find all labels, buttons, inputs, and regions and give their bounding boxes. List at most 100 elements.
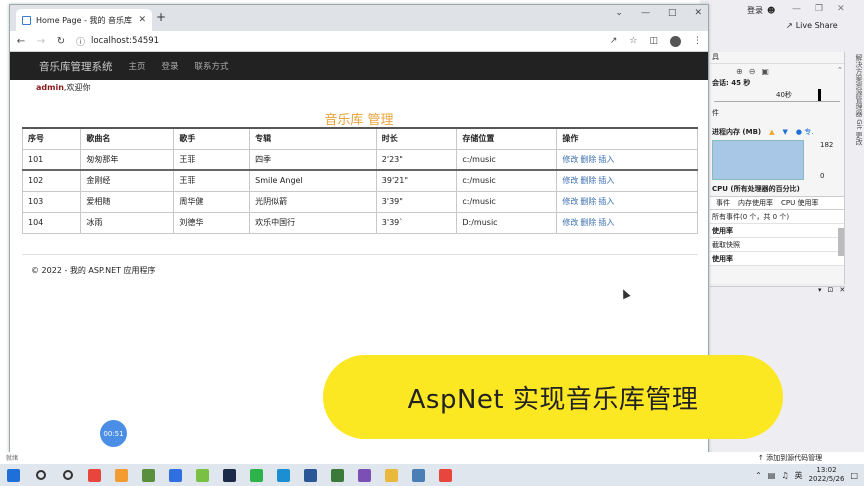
maximize-icon[interactable]: □ bbox=[668, 8, 677, 18]
input-language[interactable]: 英 bbox=[795, 470, 803, 481]
delete-link[interactable]: 删除 bbox=[580, 155, 596, 164]
tab-search-icon[interactable]: ⌄ bbox=[615, 8, 623, 18]
app-grid-icon[interactable] bbox=[324, 464, 351, 486]
chrome-2-icon[interactable] bbox=[432, 464, 459, 486]
close-icon[interactable]: ✕ bbox=[837, 4, 845, 14]
minimize-icon[interactable]: — bbox=[792, 4, 801, 14]
delete-link[interactable]: 删除 bbox=[580, 218, 596, 227]
notifications-icon[interactable]: □ bbox=[850, 471, 858, 480]
vs-login[interactable]: 登录 ☻ bbox=[747, 5, 775, 16]
tab-cpu[interactable]: CPU 使用率 bbox=[781, 198, 818, 208]
diag-list-item[interactable]: 使用率 bbox=[710, 224, 844, 238]
insert-link[interactable]: 插入 bbox=[598, 197, 614, 206]
column-header: 歌手 bbox=[173, 127, 251, 150]
table-row: 101 匆匆那年 王菲 四季 2'23" c:/music 修改 删除 插入 bbox=[21, 148, 698, 171]
reload-icon[interactable]: ↻ bbox=[56, 36, 66, 47]
new-tab-icon[interactable]: + bbox=[156, 10, 166, 24]
dropdown-icon[interactable]: ▾ bbox=[818, 286, 822, 294]
search-icon[interactable] bbox=[27, 464, 54, 486]
table-cell: 欢乐中国行 bbox=[249, 211, 377, 234]
volume-icon[interactable]: ♫ bbox=[781, 471, 788, 480]
delete-link[interactable]: 删除 bbox=[580, 197, 596, 206]
delete-link[interactable]: 删除 bbox=[580, 176, 596, 185]
network-icon[interactable]: ▤ bbox=[768, 471, 776, 480]
windows-start-icon[interactable] bbox=[0, 464, 27, 486]
table-cell: 四季 bbox=[249, 148, 377, 171]
address-bar: ← → ↻ ⓘ localhost:54591 ↗ ☆ ◫ ⋮ bbox=[10, 31, 708, 52]
app-paper-icon[interactable] bbox=[405, 464, 432, 486]
music-table: 序号 歌曲名 歌手 专辑 时长 存储位置 操作 101 匆匆那年 王菲 四季 2'23"… bbox=[21, 127, 698, 234]
chrome-icon[interactable] bbox=[81, 464, 108, 486]
pin-icon[interactable]: ⊡ bbox=[828, 286, 834, 294]
app-lime-icon[interactable] bbox=[189, 464, 216, 486]
table-cell: 金刚经 bbox=[80, 169, 175, 192]
photoshop-icon[interactable] bbox=[216, 464, 243, 486]
zoom-out-icon[interactable]: ⊖ bbox=[749, 67, 756, 76]
gc-marker-icon: ▲ bbox=[769, 128, 775, 136]
private-bytes-legend: ● 专. bbox=[795, 128, 814, 136]
diag-scrollbar[interactable]: ⌃ bbox=[837, 66, 845, 278]
browser-tab[interactable]: Home Page - 我的 音乐库 管理 ✕ bbox=[16, 9, 152, 31]
site-info-icon[interactable]: ⓘ bbox=[76, 35, 85, 48]
zoom-in-icon[interactable]: ⊕ bbox=[736, 67, 743, 76]
share-icon[interactable]: ↗ bbox=[610, 36, 618, 46]
edit-link[interactable]: 修改 bbox=[562, 197, 578, 206]
edit-link[interactable]: 修改 bbox=[562, 155, 578, 164]
file-explorer-icon[interactable] bbox=[378, 464, 405, 486]
tab-memory[interactable]: 内存使用率 bbox=[738, 198, 773, 208]
sidebar-icon[interactable]: ◫ bbox=[649, 36, 658, 46]
edit-link[interactable]: 修改 bbox=[562, 176, 578, 185]
session-timeline[interactable]: 40秒 bbox=[714, 88, 840, 102]
taskbar-icons bbox=[0, 464, 459, 486]
app-green-icon[interactable] bbox=[135, 464, 162, 486]
table-row: 102 金刚经 王菲 Smile Angel 39'21" c:/music 修改 删除 插入 bbox=[21, 169, 698, 192]
welcome-text: ,欢迎你 bbox=[63, 83, 91, 92]
live-share-button[interactable]: ↗ Live Share bbox=[786, 21, 838, 30]
edit-link[interactable]: 修改 bbox=[562, 218, 578, 227]
insert-link[interactable]: 插入 bbox=[598, 218, 614, 227]
diag-list-item[interactable]: 使用率 bbox=[710, 252, 844, 266]
wechat-icon[interactable] bbox=[243, 464, 270, 486]
tab-close-icon[interactable]: ✕ bbox=[138, 15, 146, 25]
insert-link[interactable]: 插入 bbox=[598, 155, 614, 164]
clock-date: 2022/5/26 bbox=[808, 475, 845, 483]
column-header: 操作 bbox=[556, 127, 698, 150]
table-cell: 3'39` bbox=[375, 211, 458, 234]
scroll-up-icon[interactable]: ⌃ bbox=[837, 66, 845, 74]
reset-zoom-icon[interactable]: ▣ bbox=[761, 67, 769, 76]
restore-icon[interactable]: ❐ bbox=[815, 4, 823, 14]
back-icon[interactable]: ← bbox=[16, 36, 26, 47]
forward-icon[interactable]: → bbox=[36, 36, 46, 47]
insert-link[interactable]: 插入 bbox=[598, 176, 614, 185]
nav-contact-link[interactable]: 联系方式 bbox=[195, 60, 229, 72]
profile-avatar-icon[interactable] bbox=[670, 35, 681, 47]
app-blue-icon[interactable] bbox=[162, 464, 189, 486]
panel-close-icon[interactable]: ✕ bbox=[839, 286, 845, 294]
site-brand-link[interactable]: 音乐库管理系统 bbox=[39, 59, 113, 74]
tab-events[interactable]: 事件 bbox=[716, 198, 730, 208]
diag-rows: 所有事件(0 个，共 0 个) 使用率 截取快照 使用率 bbox=[710, 210, 844, 266]
nav-home-link[interactable]: 主页 bbox=[129, 60, 146, 72]
live-share-icon: ↗ bbox=[786, 21, 793, 30]
menu-kebab-icon[interactable]: ⋮ bbox=[693, 36, 702, 46]
nav-login-link[interactable]: 登录 bbox=[162, 60, 179, 72]
bookmark-star-icon[interactable]: ☆ bbox=[629, 36, 637, 46]
app-orange-icon[interactable] bbox=[108, 464, 135, 486]
visual-studio-icon[interactable] bbox=[351, 464, 378, 486]
tray-chevron-icon[interactable]: ⌃ bbox=[755, 471, 762, 480]
table-cell: 周华健 bbox=[173, 190, 251, 213]
diag-toolbar: ⊕ ⊖ ▣ bbox=[710, 64, 844, 78]
word-icon[interactable] bbox=[297, 464, 324, 486]
add-to-source-control-button[interactable]: ↑ 添加到源代码管理 bbox=[758, 453, 822, 463]
table-cell: 39'21" bbox=[375, 169, 458, 192]
edge-icon[interactable] bbox=[270, 464, 297, 486]
diag-list-item[interactable]: 所有事件(0 个，共 0 个) bbox=[710, 210, 844, 224]
cortana-icon[interactable] bbox=[54, 464, 81, 486]
scroll-thumb[interactable] bbox=[838, 228, 844, 256]
url-field[interactable]: ⓘ localhost:54591 bbox=[76, 35, 600, 48]
close-icon[interactable]: ✕ bbox=[694, 8, 702, 18]
diag-list-item[interactable]: 截取快照 bbox=[710, 238, 844, 252]
vs-side-tabs[interactable]: 解决方案资源管理器 Git 更改 bbox=[848, 50, 864, 150]
taskbar-clock[interactable]: 13:02 2022/5/26 bbox=[809, 466, 845, 484]
minimize-icon[interactable]: — bbox=[641, 8, 650, 18]
